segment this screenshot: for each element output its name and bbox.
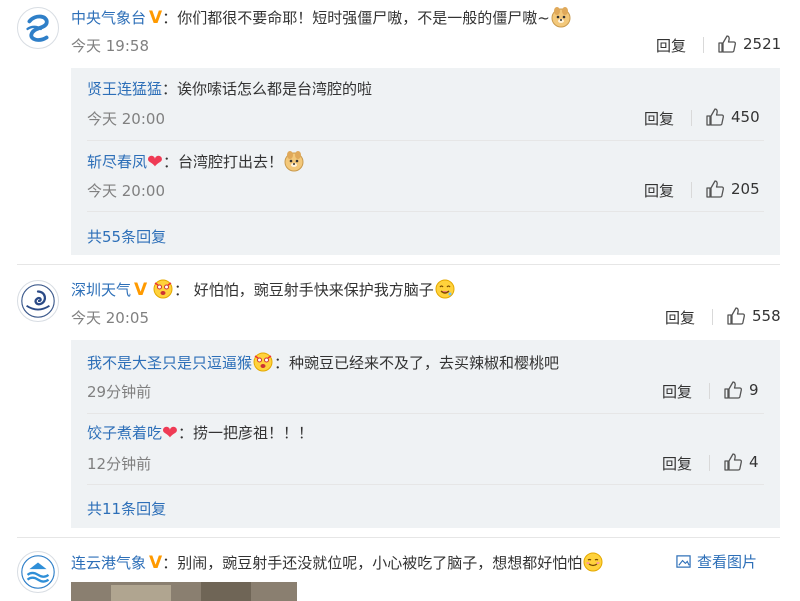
- verified-v-icon: V: [134, 280, 148, 300]
- reply-divider: [87, 211, 764, 212]
- divider: [691, 182, 692, 198]
- doge-emoji-icon: [283, 150, 305, 172]
- like-button[interactable]: 205: [705, 179, 760, 199]
- reply-button[interactable]: 回复: [665, 307, 695, 328]
- reply-button[interactable]: 回复: [644, 108, 674, 129]
- comment-time: 今天 20:05: [71, 309, 149, 327]
- comment-text: 你们都很不要命耶！短时强僵尸嗷，不是一般的僵尸嗷~: [177, 9, 550, 27]
- like-count: 450: [731, 108, 760, 126]
- thumbs-up-icon: [724, 453, 742, 471]
- like-count: 2521: [743, 35, 782, 53]
- image-icon: [676, 555, 691, 568]
- reply-divider: [87, 484, 764, 485]
- avatar[interactable]: [17, 280, 59, 322]
- reply-username[interactable]: 我不是大圣只是只逗逼猴: [87, 354, 252, 372]
- like-count: 205: [731, 180, 760, 198]
- reply-text: 捞一把彦祖！！！: [192, 424, 313, 442]
- divider: [712, 309, 713, 325]
- lyg-logo-icon: [18, 552, 58, 592]
- username[interactable]: 连云港气象: [71, 554, 146, 572]
- reply-time: 12分钟前: [87, 455, 152, 473]
- comment-divider: [17, 537, 780, 538]
- like-count: 9: [749, 381, 759, 399]
- reply-time: 今天 20:00: [87, 110, 165, 128]
- divider: [709, 455, 710, 471]
- avatar[interactable]: [17, 551, 59, 593]
- reply-time: 29分钟前: [87, 383, 152, 401]
- reply-username[interactable]: 斩尽春凤: [87, 153, 147, 171]
- reply-username[interactable]: 饺子煮着吃: [87, 424, 162, 442]
- like-button[interactable]: 4: [723, 452, 759, 472]
- divider: [709, 383, 710, 399]
- thumbs-up-icon: [724, 381, 742, 399]
- reply-text: 台湾腔打出去！: [177, 153, 283, 171]
- more-replies-link[interactable]: 共55条回复: [87, 226, 166, 247]
- comment-line: 中央气象台 V：你们都很不要命耶！短时强僵尸嗷，不是一般的僵尸嗷~: [71, 6, 572, 28]
- doge-emoji-icon: [550, 6, 572, 28]
- reply-divider: [87, 140, 764, 141]
- reply-line: 饺子煮着吃❤：捞一把彦祖！！！: [87, 422, 313, 444]
- reply-line: 斩尽春凤❤：台湾腔打出去！: [87, 150, 305, 172]
- reply-text: 诶你嗦话怎么都是台湾腔的啦: [177, 80, 373, 98]
- comment-line: 深圳天气 V ： 好怕怕，豌豆射手快来保护我方脑子: [71, 278, 456, 300]
- reply-text: 种豌豆已经来不及了，去买辣椒和樱桃吧: [289, 354, 560, 372]
- verified-v-icon: V: [149, 8, 163, 28]
- like-button[interactable]: 558: [726, 306, 781, 326]
- like-count: 558: [752, 307, 781, 325]
- avatar[interactable]: [17, 7, 59, 49]
- reply-divider: [87, 413, 764, 414]
- like-count: 4: [749, 453, 759, 471]
- comment-text: 别闹，豌豆射手还没就位呢，小心被吃了脑子，想想都好怕怕: [177, 554, 583, 572]
- like-button[interactable]: 2521: [717, 34, 781, 54]
- attached-image-thumbnail[interactable]: [71, 582, 297, 601]
- username[interactable]: 深圳天气: [71, 281, 131, 299]
- view-image-link[interactable]: 查看图片: [676, 551, 757, 572]
- blush-emoji-icon: [582, 551, 604, 573]
- thumbs-up-icon: [718, 35, 736, 53]
- reply-button[interactable]: 回复: [644, 180, 674, 201]
- heart-icon: ❤: [147, 151, 163, 173]
- comment-divider: [17, 264, 780, 265]
- thumbs-up-icon: [706, 180, 724, 198]
- reply-button[interactable]: 回复: [662, 381, 692, 402]
- scared-emoji-icon: [152, 278, 174, 300]
- scared-emoji-icon: [252, 351, 274, 373]
- like-button[interactable]: 9: [723, 380, 759, 400]
- divider: [703, 37, 704, 53]
- comment-text: 好怕怕，豌豆射手快来保护我方脑子: [193, 281, 434, 299]
- reply-button[interactable]: 回复: [662, 453, 692, 474]
- thumbs-up-icon: [727, 307, 745, 325]
- reply-line: 我不是大圣只是只逗逼猴 ：种豌豆已经来不及了，去买辣椒和樱桃吧: [87, 351, 559, 373]
- heart-icon: ❤: [162, 422, 178, 444]
- cma-logo-icon: [18, 8, 58, 48]
- username[interactable]: 中央气象台: [71, 9, 146, 27]
- divider: [691, 110, 692, 126]
- reply-line: 贤王连猛猛：诶你嗦话怎么都是台湾腔的啦: [87, 80, 373, 98]
- more-replies-link[interactable]: 共11条回复: [87, 498, 166, 519]
- comment-time: 今天 19:58: [71, 37, 149, 55]
- reply-username[interactable]: 贤王连猛猛: [87, 80, 162, 98]
- view-image-label: 查看图片: [697, 553, 758, 571]
- thumbs-up-icon: [706, 108, 724, 126]
- reply-time: 今天 20:00: [87, 182, 165, 200]
- comment-line: 连云港气象 V：别闹，豌豆射手还没就位呢，小心被吃了脑子，想想都好怕怕: [71, 551, 604, 573]
- szmb-logo-icon: [18, 281, 58, 321]
- drool-emoji-icon: [434, 278, 456, 300]
- verified-v-icon: V: [149, 553, 163, 573]
- reply-button[interactable]: 回复: [656, 35, 686, 56]
- like-button[interactable]: 450: [705, 107, 760, 127]
